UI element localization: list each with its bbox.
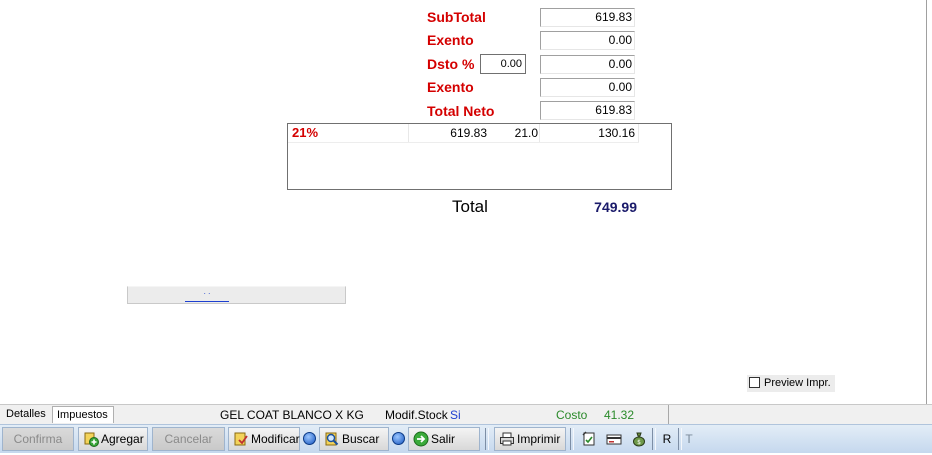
grid-divider xyxy=(638,124,639,142)
right-border xyxy=(926,0,927,404)
salir-label: Salir xyxy=(431,432,456,446)
checkbox-box[interactable] xyxy=(749,377,760,388)
buscar-label: Buscar xyxy=(342,432,380,446)
subtotal-field: 619.83 xyxy=(540,8,635,27)
preview-impr-checkbox[interactable]: Preview Impr. xyxy=(747,375,835,392)
agregar-label: Agregar xyxy=(101,432,144,446)
exit-icon xyxy=(413,431,429,447)
nav-circle-icon[interactable] xyxy=(392,432,405,445)
toolbar-separator xyxy=(570,428,574,450)
agregar-button[interactable]: Agregar xyxy=(78,427,148,451)
search-icon xyxy=(325,432,339,446)
card-icon[interactable] xyxy=(603,427,625,451)
table-row[interactable]: 21% 619.83 21.0 130.16 xyxy=(288,124,671,143)
exento-field-2: 0.00 xyxy=(540,78,635,97)
imprimir-label: Imprimir xyxy=(517,432,561,446)
money-bag-icon[interactable]: $ xyxy=(628,427,650,451)
buscar-button[interactable]: Buscar xyxy=(319,427,389,451)
tax-base-cell: 619.83 xyxy=(450,126,487,140)
imprimir-button[interactable]: Imprimir xyxy=(494,427,566,451)
svg-text:$: $ xyxy=(637,439,641,446)
edit-icon xyxy=(234,432,248,446)
exento-field: 0.00 xyxy=(540,31,635,50)
status-divider xyxy=(668,405,669,425)
total-neto-field: 619.83 xyxy=(540,101,635,120)
dsto-label: Dsto % xyxy=(427,56,475,72)
modificar-button[interactable]: Modificar xyxy=(228,427,300,451)
dsto-value-field: 0.00 xyxy=(540,55,635,74)
total-value: 749.99 xyxy=(594,199,637,215)
tax-name-cell: 21% xyxy=(292,125,319,140)
link[interactable]: . . xyxy=(185,287,229,302)
modif-stock-value: Si xyxy=(450,408,461,422)
costo-label: Costo xyxy=(556,408,588,422)
total-neto-label: Total Neto xyxy=(427,103,495,119)
preview-impr-label: Preview Impr. xyxy=(764,377,831,389)
document-check-icon[interactable] xyxy=(578,427,600,451)
status-bar: Detalles Impuestos GEL COAT BLANCO X KG … xyxy=(0,404,932,425)
t-button[interactable]: T xyxy=(678,427,700,451)
add-icon xyxy=(84,432,99,447)
subtotal-label: SubTotal xyxy=(427,9,486,25)
costo-value: 41.32 xyxy=(604,408,635,422)
tab-impuestos[interactable]: Impuestos xyxy=(52,406,114,423)
row-divider xyxy=(288,142,639,143)
modif-stock-label: Modif.Stock xyxy=(385,408,448,422)
exento-label: Exento xyxy=(427,32,474,48)
tab-detalles[interactable]: Detalles xyxy=(2,406,50,423)
printer-icon xyxy=(500,432,514,446)
tax-rate-cell: 21.0 xyxy=(514,126,538,140)
total-label: Total xyxy=(452,197,488,216)
confirma-label: Confirma xyxy=(13,432,63,446)
r-button[interactable]: R xyxy=(656,427,678,451)
cancelar-label: Cancelar xyxy=(164,432,213,446)
link-panel: . . xyxy=(127,286,346,304)
cancelar-button[interactable]: Cancelar xyxy=(152,427,225,451)
toolbar: Confirma Agregar Cancelar Modificar Busc… xyxy=(0,424,932,453)
confirma-button[interactable]: Confirma xyxy=(2,427,74,451)
exento-label-2: Exento xyxy=(427,79,474,95)
product-name: GEL COAT BLANCO X KG xyxy=(220,408,364,422)
tax-grid[interactable]: 21% 619.83 21.0 130.16 xyxy=(287,123,672,190)
dsto-percent-input[interactable]: 0.00 xyxy=(480,54,526,74)
toolbar-separator xyxy=(485,428,489,450)
modificar-label: Modificar xyxy=(251,432,300,446)
salir-button[interactable]: Salir xyxy=(408,427,480,451)
nav-circle-icon[interactable] xyxy=(303,432,316,445)
tax-amount-cell: 130.16 xyxy=(598,126,635,140)
